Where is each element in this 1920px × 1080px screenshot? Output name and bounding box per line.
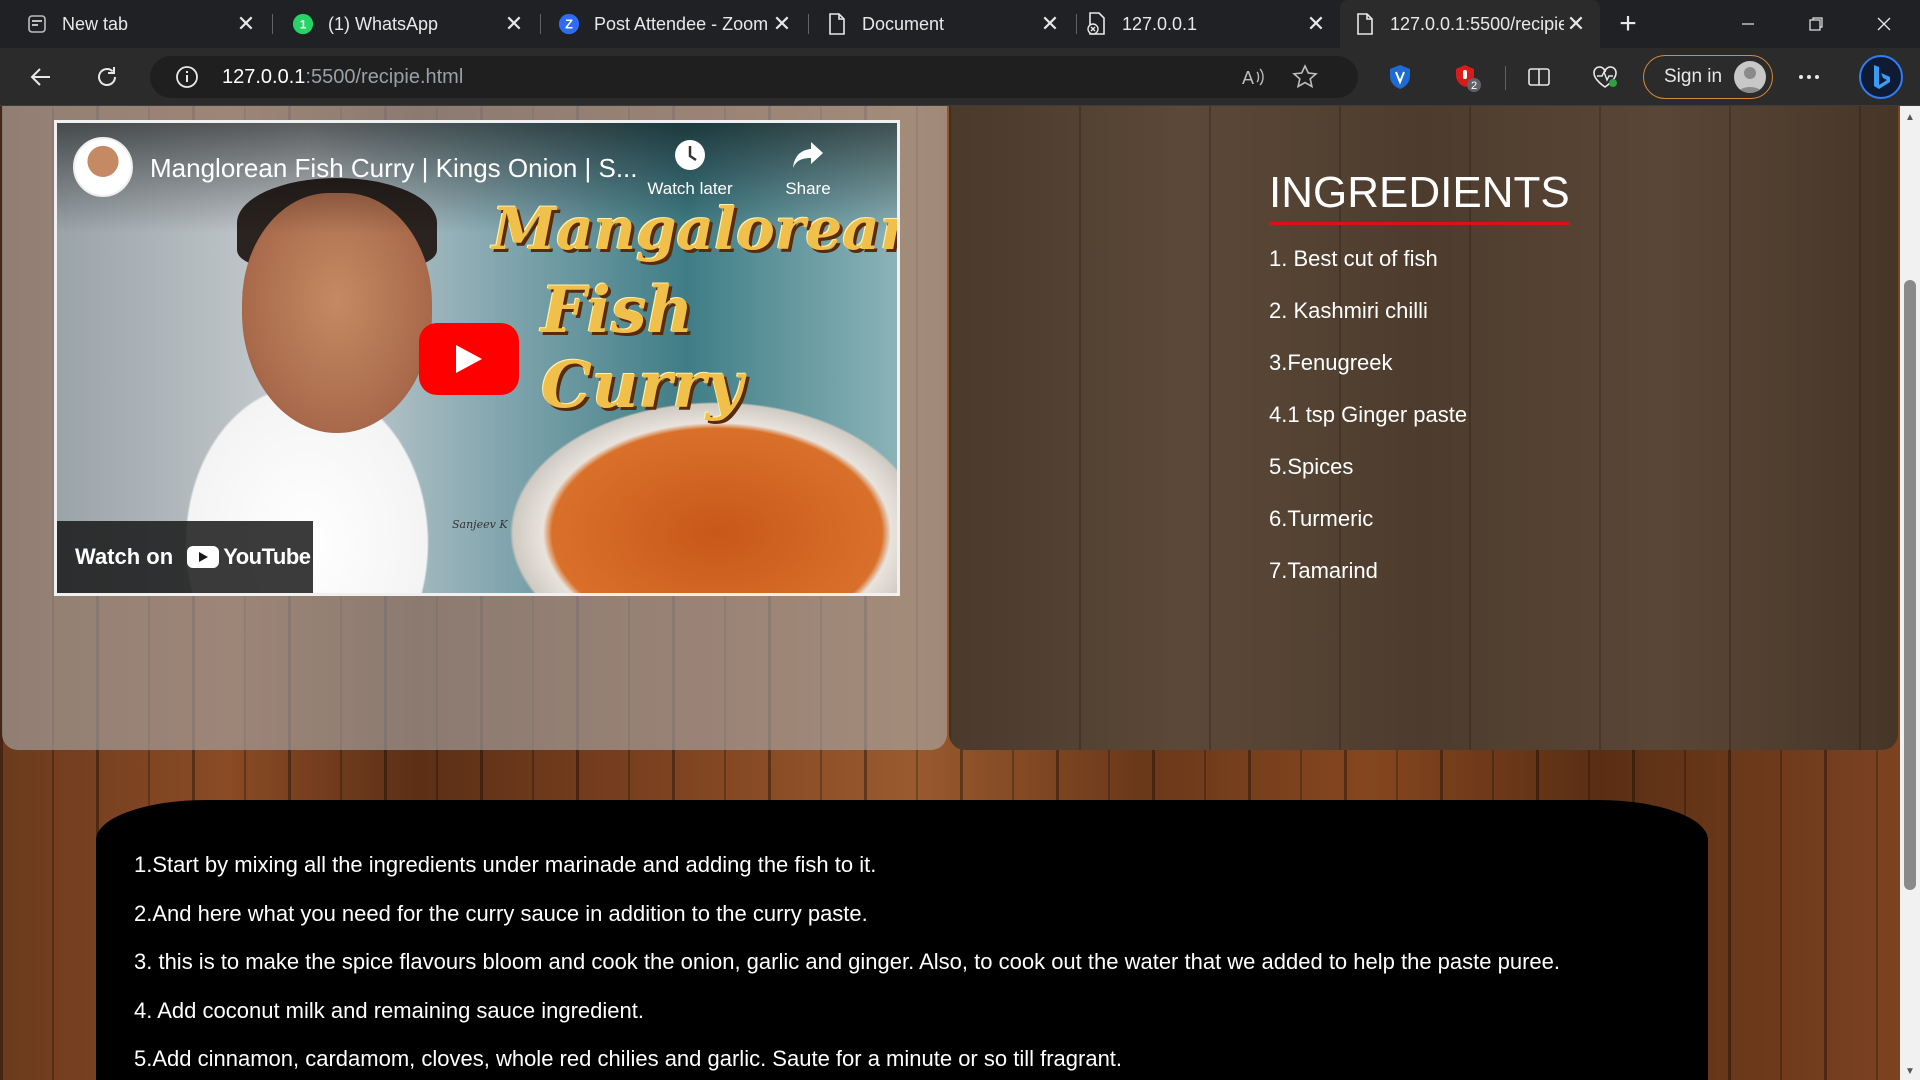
tab-title: New tab: [62, 13, 129, 34]
tab-title: Document: [862, 13, 945, 34]
svg-text:2: 2: [1471, 80, 1477, 92]
document-error-icon: [1086, 12, 1108, 35]
browser-essentials-icon[interactable]: [1586, 58, 1624, 96]
browser-toolbar: 127.0.0.1:5500/recipie.html A 2 Sign in: [0, 48, 1920, 106]
play-icon: [456, 345, 482, 373]
ingredient-item: 4.1 tsp Ginger paste: [1269, 402, 1468, 427]
step-item: 2.And here what you need for the curry s…: [134, 900, 868, 926]
step-item: 3. this is to make the spice flavours bl…: [134, 949, 1560, 974]
sign-in-button[interactable]: Sign in: [1643, 55, 1773, 99]
watch-on-youtube-button[interactable]: Watch on YouTube: [57, 521, 313, 593]
clock-icon: [672, 137, 708, 173]
document-icon: [1354, 13, 1376, 35]
ingredient-item: 1. Best cut of fish: [1269, 246, 1438, 271]
ingredient-item: 2. Kashmiri chilli: [1269, 298, 1428, 323]
close-tab-icon[interactable]: ✕: [770, 11, 794, 36]
tab-whatsapp[interactable]: 1 (1) WhatsApp ✕: [272, 0, 538, 48]
scrollbar-thumb[interactable]: [1904, 280, 1916, 890]
whatsapp-icon: 1: [292, 13, 314, 35]
more-options-icon[interactable]: [1790, 58, 1828, 96]
tab-recipe-active[interactable]: 127.0.0.1:5500/recipie.html ✕: [1340, 0, 1600, 48]
tab-document[interactable]: Document ✕: [808, 0, 1074, 48]
tab-localhost[interactable]: 127.0.0.1 ✕: [1076, 0, 1340, 48]
close-tab-icon[interactable]: ✕: [1564, 11, 1588, 36]
overlay-title-line2: Fish Curry: [541, 273, 744, 423]
tab-title: (1) WhatsApp: [328, 13, 439, 34]
ingredients-heading: INGREDIENTS: [1269, 168, 1570, 225]
tab-title: 127.0.0.1:5500/recipie.html: [1390, 13, 1564, 34]
tab-title: Post Attendee - Zoom: [594, 13, 769, 34]
step-item: 5.Add cinnamon, cardamom, cloves, whole …: [134, 1046, 1123, 1071]
scroll-down-icon[interactable]: ▼: [1900, 1062, 1920, 1080]
youtube-play-icon: [187, 546, 220, 568]
tab-new-tab[interactable]: New tab ✕: [0, 0, 270, 48]
ingredient-item: 5.Spices: [1269, 454, 1354, 479]
minimize-icon[interactable]: [1714, 0, 1782, 48]
overlay-title-line1: Mangalorean: [492, 195, 900, 263]
svg-text:1: 1: [300, 18, 307, 32]
url-text[interactable]: 127.0.0.1:5500/recipie.html: [222, 66, 463, 89]
youtube-logo: YouTube: [187, 544, 311, 570]
svg-text:A: A: [1242, 68, 1254, 88]
channel-avatar[interactable]: [73, 137, 133, 197]
ingredients-list: 1. Best cut of fish 2. Kashmiri chilli 3…: [1269, 246, 1467, 610]
video-panel: Manglorean Fish Curry | Kings Onion | S.…: [2, 106, 947, 750]
svg-text:Z: Z: [565, 17, 573, 32]
close-tab-icon[interactable]: ✕: [1038, 11, 1062, 36]
play-button[interactable]: [419, 323, 519, 395]
share-icon: [790, 137, 826, 173]
restore-icon[interactable]: [1782, 0, 1850, 48]
new-tab-icon: [26, 13, 48, 35]
site-info-icon[interactable]: [174, 64, 200, 90]
read-aloud-icon[interactable]: A: [1240, 64, 1266, 95]
document-icon: [826, 13, 848, 35]
favorite-star-icon[interactable]: [1292, 64, 1318, 95]
ingredient-item: 6.Turmeric: [1269, 506, 1374, 531]
extension-icon[interactable]: 2: [1448, 58, 1486, 96]
back-icon[interactable]: [22, 58, 60, 96]
split-screen-icon[interactable]: [1520, 58, 1558, 96]
apron-signature: Sanjeev K: [452, 518, 508, 531]
close-tab-icon[interactable]: ✕: [234, 11, 258, 36]
video-title[interactable]: Manglorean Fish Curry | Kings Onion | S.…: [150, 153, 638, 184]
recipe-steps: 1.Start by mixing all the ingredients un…: [96, 800, 1708, 1080]
step-item: 4. Add coconut milk and remaining sauce …: [134, 997, 644, 1023]
refresh-icon[interactable]: [88, 58, 126, 96]
address-bar[interactable]: 127.0.0.1:5500/recipie.html A: [150, 56, 1358, 98]
share-button[interactable]: Share: [753, 137, 863, 199]
scroll-up-icon[interactable]: ▲: [1900, 108, 1920, 126]
ingredients-panel: INGREDIENTS 1. Best cut of fish 2. Kashm…: [949, 106, 1898, 750]
tab-zoom[interactable]: Z Post Attendee - Zoom ✕: [540, 0, 806, 48]
ingredient-item: 3.Fenugreek: [1269, 350, 1393, 375]
step-item: 1.Start by mixing all the ingredients un…: [134, 852, 877, 877]
watch-later-button[interactable]: Watch later: [635, 137, 745, 199]
shield-icon[interactable]: [1381, 58, 1419, 96]
avatar: [1734, 61, 1766, 93]
close-tab-icon[interactable]: ✕: [502, 11, 526, 36]
ingredient-item: 7.Tamarind: [1269, 558, 1378, 583]
steps-list: 1.Start by mixing all the ingredients un…: [134, 852, 1560, 1080]
page-content: Manglorean Fish Curry | Kings Onion | S.…: [0, 106, 1900, 1080]
new-tab-button[interactable]: +: [1612, 7, 1644, 40]
close-window-icon[interactable]: [1850, 0, 1918, 48]
zoom-icon: Z: [558, 13, 580, 35]
close-tab-icon[interactable]: ✕: [1304, 11, 1328, 36]
youtube-embed[interactable]: Manglorean Fish Curry | Kings Onion | S.…: [54, 120, 900, 596]
bing-copilot-icon[interactable]: [1858, 54, 1904, 100]
tab-title: 127.0.0.1: [1122, 13, 1198, 34]
tab-strip: New tab ✕ 1 (1) WhatsApp ✕ Z Post Attend…: [0, 0, 1920, 48]
